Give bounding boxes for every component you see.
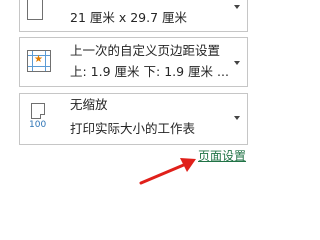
scaling-detail: 打印实际大小的工作表 [70, 121, 196, 136]
scaling-dropdown[interactable]: 100 无缩放 打印实际大小的工作表 [19, 93, 248, 145]
custom-margins-icon: ★ [27, 50, 51, 72]
margins-title: 上一次的自定义页边距设置 [70, 43, 221, 58]
paper-size-icon [27, 0, 43, 20]
page-icon [31, 103, 45, 119]
chevron-down-icon[interactable] [234, 116, 240, 120]
no-scaling-icon: 100 [27, 103, 53, 133]
chevron-down-icon[interactable] [234, 5, 240, 9]
page-setup-link[interactable]: 页面设置 [198, 148, 246, 164]
margins-detail: 上: 1.9 厘米 下: 1.9 厘米 ... [70, 64, 229, 79]
paper-size-label: 21 厘米 x 29.7 厘米 [70, 10, 188, 25]
scaling-icon-label: 100 [29, 120, 47, 130]
paper-size-dropdown[interactable]: 21 厘米 x 29.7 厘米 [19, 0, 248, 32]
chevron-down-icon[interactable] [234, 61, 240, 65]
margins-dropdown[interactable]: ★ 上一次的自定义页边距设置 上: 1.9 厘米 下: 1.9 厘米 ... [19, 37, 248, 87]
scaling-title: 无缩放 [70, 97, 108, 112]
